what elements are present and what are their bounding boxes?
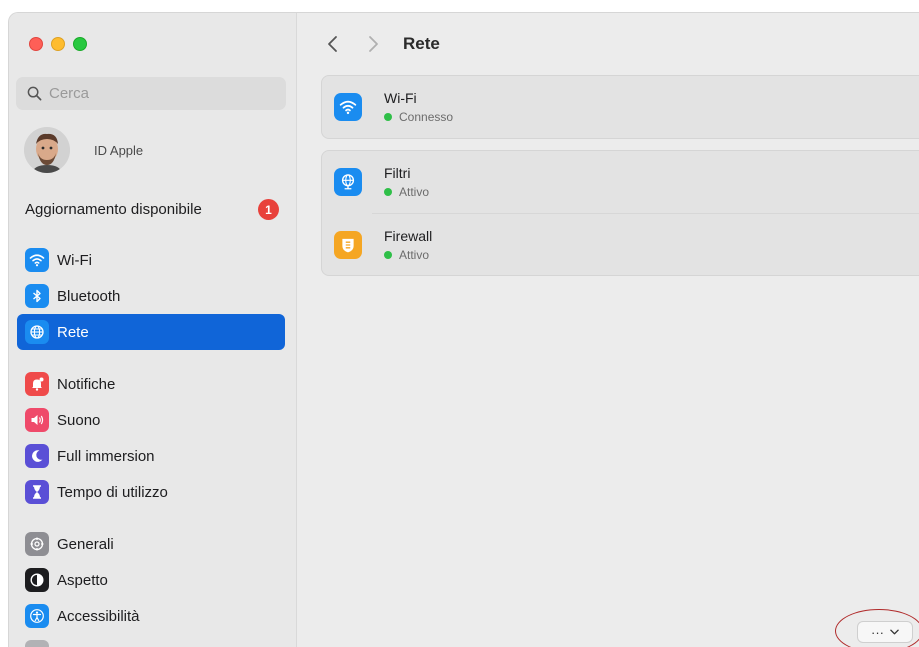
control-center-icon <box>25 640 49 647</box>
sidebar-item-label: Rete <box>57 323 89 341</box>
sidebar-item-sound[interactable]: Suono <box>17 402 285 438</box>
sidebar-item-control-center-partial[interactable] <box>17 634 285 647</box>
sidebar-item-label: Wi-Fi <box>57 251 92 269</box>
sidebar-item-label: Aspetto <box>57 571 108 589</box>
hourglass-icon <box>25 480 49 504</box>
chevron-right-icon <box>369 36 378 52</box>
firewall-row[interactable]: Firewall Attivo <box>334 213 919 275</box>
sidebar-item-notifications[interactable]: Notifiche <box>17 366 285 402</box>
back-button[interactable] <box>319 30 347 58</box>
minimize-button[interactable] <box>51 37 65 51</box>
moon-icon <box>25 444 49 468</box>
sidebar-group-network: Wi-Fi Bluetooth Rete <box>17 242 285 350</box>
sidebar-item-appearance[interactable]: Aspetto <box>17 562 285 598</box>
status-dot <box>384 188 392 196</box>
row-title: Wi-Fi <box>384 90 417 106</box>
appearance-icon <box>25 568 49 592</box>
account-label: ID Apple <box>94 142 144 158</box>
services-card: Filtri Attivo Firewall Attivo <box>321 150 919 276</box>
bell-icon <box>25 372 49 396</box>
globe-icon <box>25 320 49 344</box>
update-badge: 1 <box>258 199 279 220</box>
update-label: Aggiornamento disponibile <box>25 201 202 218</box>
search-input[interactable] <box>49 85 269 102</box>
sidebar-group-focus: Notifiche Suono Full immersion Tempo di … <box>17 366 285 510</box>
apple-id-account[interactable]: ID Apple <box>24 127 143 173</box>
sidebar-item-label: Accessibilità <box>57 607 140 625</box>
accessibility-icon <box>25 604 49 628</box>
speaker-icon <box>25 408 49 432</box>
sidebar-item-label: Full immersion <box>57 447 155 465</box>
settings-window: ID Apple Aggiornamento disponibile 1 Wi-… <box>8 12 919 647</box>
sidebar-item-label: Bluetooth <box>57 287 121 305</box>
status-dot <box>384 113 392 121</box>
zoom-button[interactable] <box>73 37 87 51</box>
sidebar-item-label: Notifiche <box>57 375 116 393</box>
status-indicator: Connesso <box>384 110 453 124</box>
sidebar-item-label: Generali <box>57 535 114 553</box>
status-indicator: Attivo <box>384 248 432 262</box>
search-icon <box>27 86 42 101</box>
firewall-icon <box>334 230 362 259</box>
sidebar-item-focus[interactable]: Full immersion <box>17 438 285 474</box>
sidebar-item-general[interactable]: Generali <box>17 526 285 562</box>
sidebar-group-system: Generali Aspetto Accessibilità <box>17 526 285 647</box>
status-text: Attivo <box>399 185 430 199</box>
update-available-item[interactable]: Aggiornamento disponibile 1 <box>25 199 279 220</box>
sidebar-item-bluetooth[interactable]: Bluetooth <box>17 278 285 314</box>
gear-icon <box>25 532 49 556</box>
filter-globe-icon <box>334 168 362 196</box>
sidebar-item-screen-time[interactable]: Tempo di utilizzo <box>17 474 285 510</box>
wifi-icon <box>25 248 49 272</box>
sidebar-item-accessibility[interactable]: Accessibilità <box>17 598 285 634</box>
bluetooth-icon <box>25 284 49 308</box>
sidebar-item-label: Tempo di utilizzo <box>57 483 168 501</box>
traffic-lights <box>29 37 87 51</box>
row-title: Filtri <box>384 165 411 181</box>
status-text: Connesso <box>399 110 454 124</box>
highlight-annotation <box>835 609 919 647</box>
status-text: Attivo <box>399 247 430 262</box>
wifi-icon <box>334 93 362 121</box>
status-indicator: Attivo <box>384 185 429 199</box>
wifi-row[interactable]: Wi-Fi Connesso <box>322 76 919 138</box>
main-content: Rete Wi-Fi Connesso Filtri Attivo Firewa… <box>297 13 919 647</box>
avatar <box>24 127 70 173</box>
sidebar-item-wifi[interactable]: Wi-Fi <box>17 242 285 278</box>
toolbar: Rete <box>297 29 440 59</box>
filters-row[interactable]: Filtri Attivo <box>322 151 919 213</box>
status-dot <box>384 250 392 259</box>
forward-button[interactable] <box>359 30 387 58</box>
sidebar-item-network[interactable]: Rete <box>17 314 285 350</box>
chevron-left-icon <box>328 36 337 52</box>
wifi-card: Wi-Fi Connesso <box>321 75 919 139</box>
row-title: Firewall <box>384 227 433 244</box>
sidebar-item-label: Suono <box>57 411 101 429</box>
page-title: Rete <box>403 34 440 53</box>
sidebar: ID Apple Aggiornamento disponibile 1 Wi-… <box>9 13 297 647</box>
close-button[interactable] <box>29 37 43 51</box>
search-field[interactable] <box>16 77 286 110</box>
